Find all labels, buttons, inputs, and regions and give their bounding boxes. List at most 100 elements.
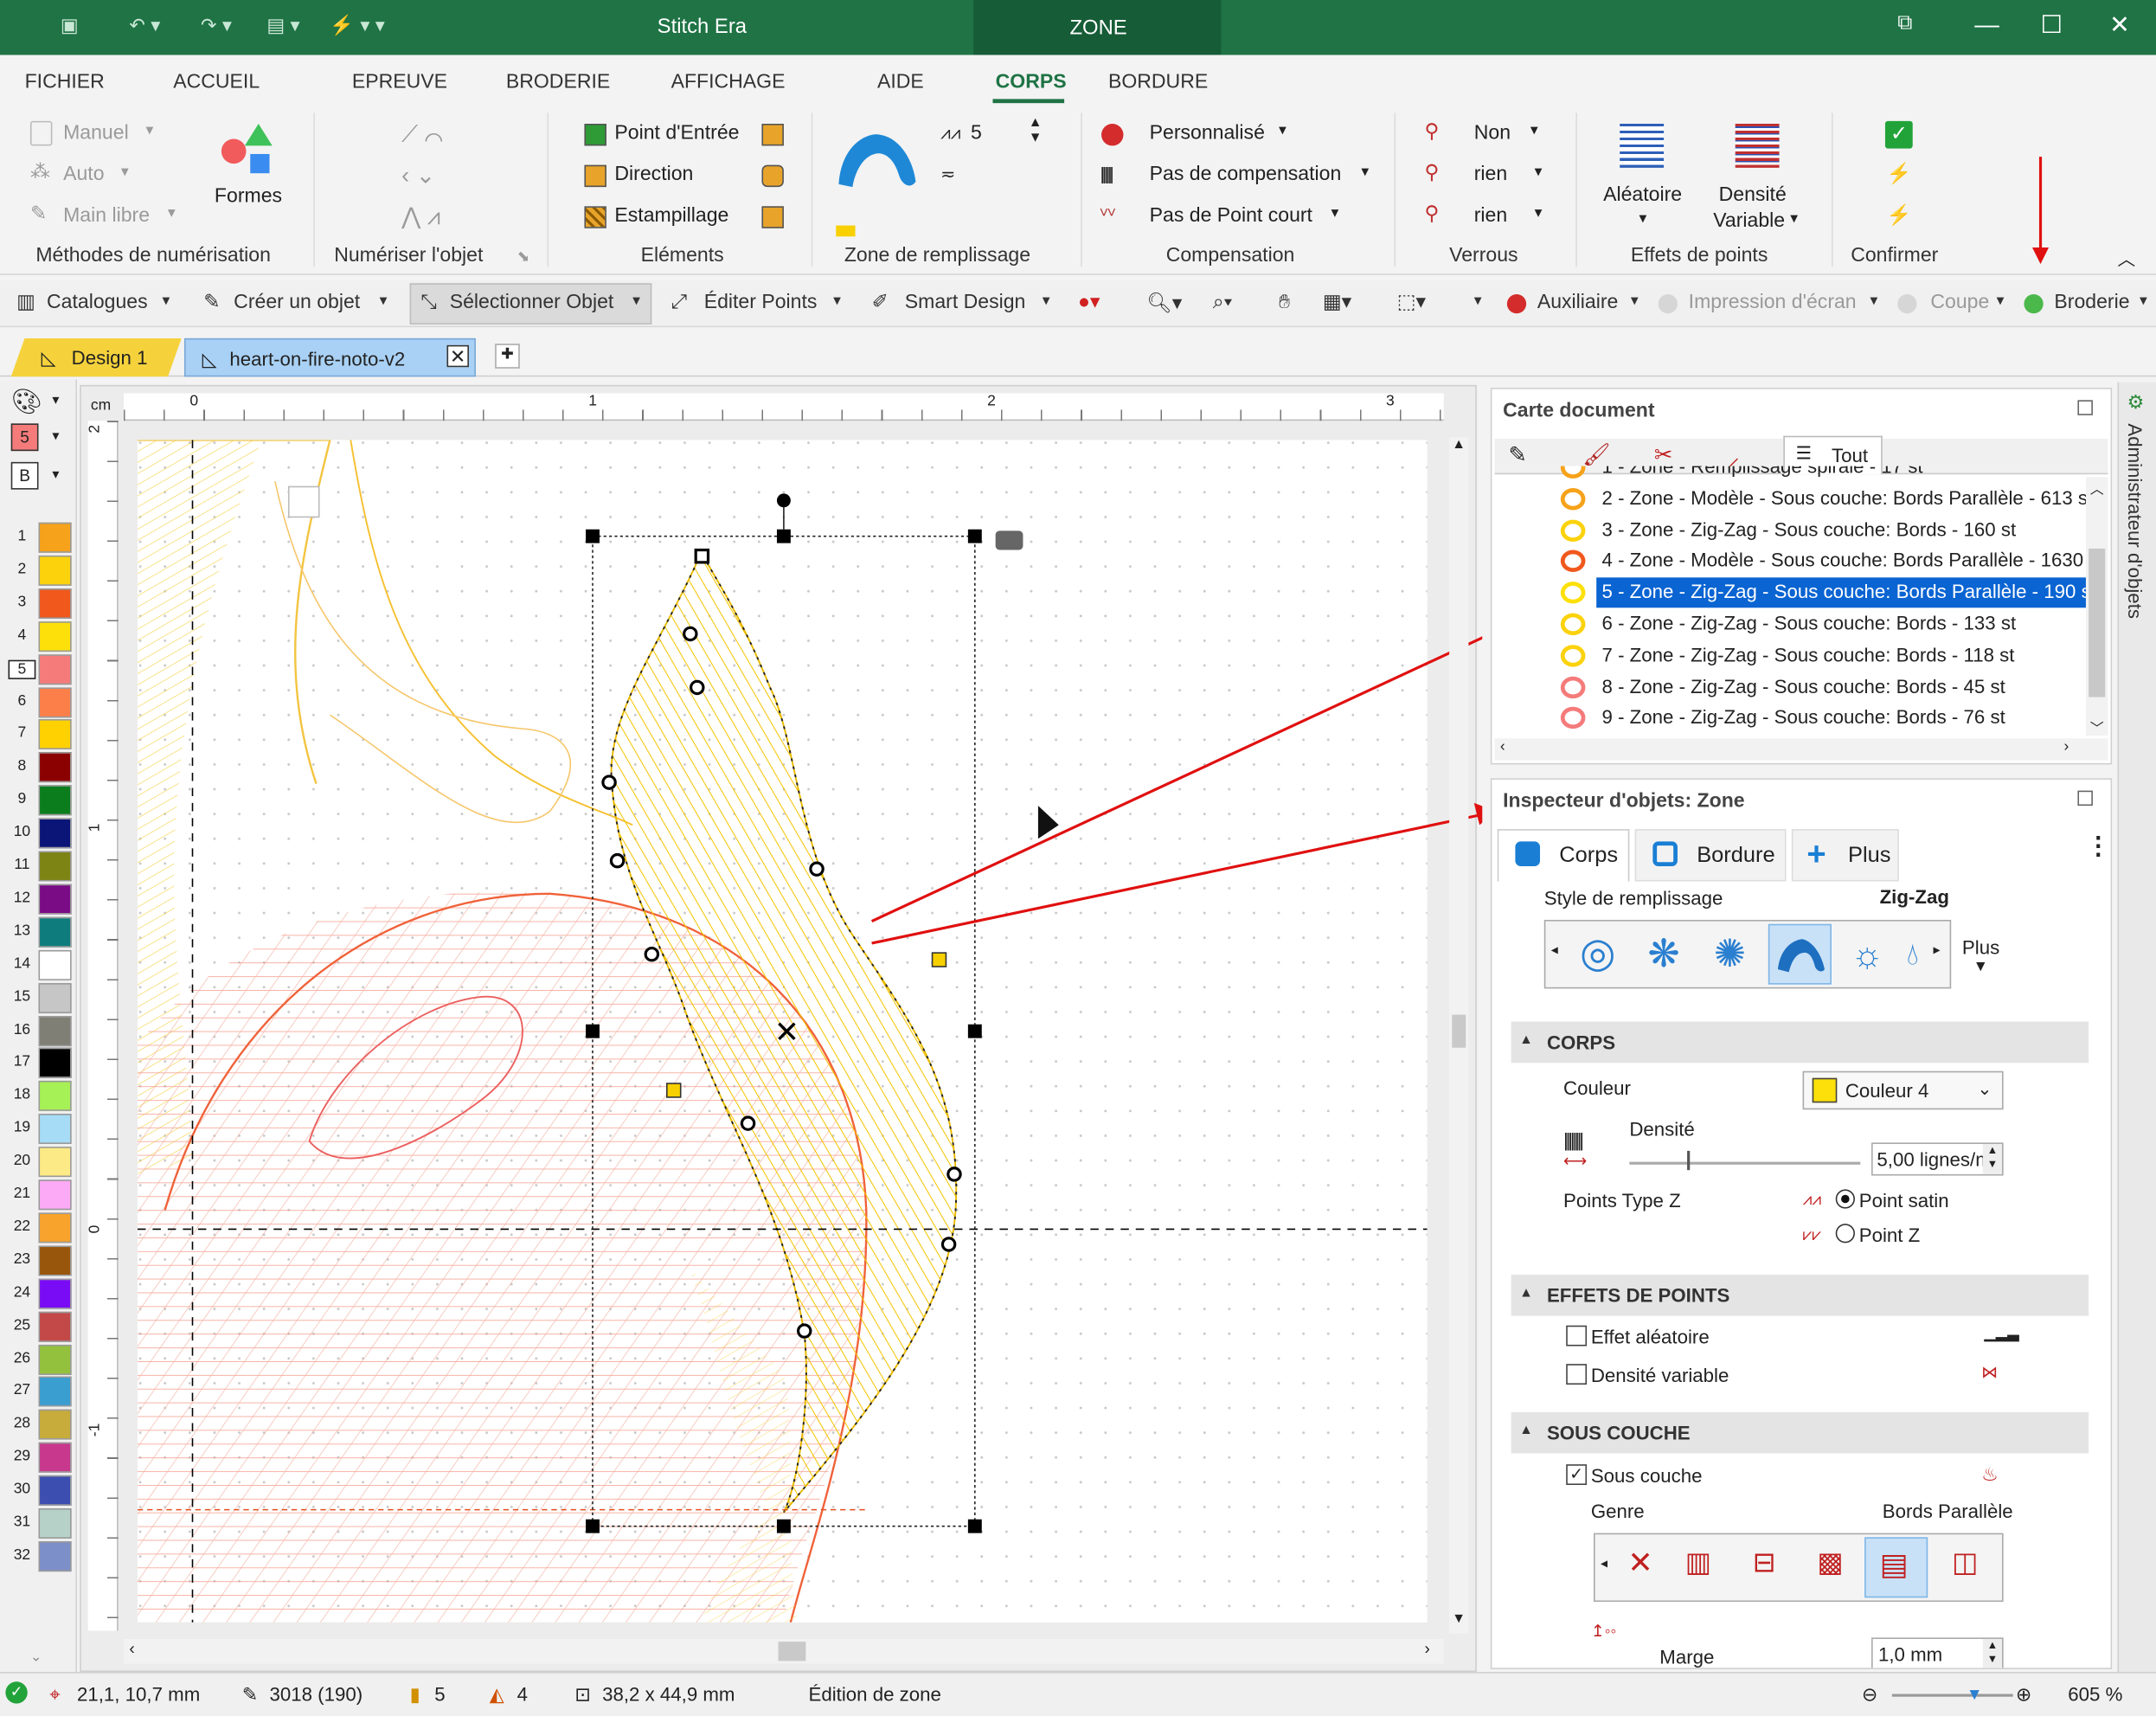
parallel-underlay-selected[interactable]: ▤	[1864, 1537, 1928, 1598]
tab-epreuve[interactable]: EPREUVE	[352, 72, 447, 93]
pas-compensation-button[interactable]: Pas de compensation	[1150, 164, 1342, 185]
sous-couche-checkbox[interactable]: ✓	[1566, 1464, 1588, 1486]
formes-button[interactable]: Formes	[215, 186, 282, 208]
zigzag-fill-icon[interactable]	[833, 129, 921, 192]
tab-bordure[interactable]: BORDURE	[1108, 72, 1208, 93]
pencil-icon[interactable]: ✎	[1508, 441, 1526, 469]
effet-aleatoire-checkbox[interactable]	[1566, 1325, 1588, 1346]
catalogues-button[interactable]: Catalogues	[47, 292, 148, 313]
background-color-indicator[interactable]: B	[10, 461, 39, 490]
color-swatch[interactable]	[38, 1179, 72, 1211]
verrou-rien2-dropdown[interactable]: rien	[1474, 205, 1507, 227]
pas-point-court-button[interactable]: Pas de Point court	[1150, 205, 1312, 227]
scroll-up-icon[interactable]: ︿	[2090, 477, 2104, 498]
list-item[interactable]: 7 - Zone - Zig-Zag - Sous couche: Bords …	[1596, 640, 2020, 671]
list-item[interactable]: 6 - Zone - Zig-Zag - Sous couche: Bords …	[1596, 609, 2021, 639]
tab-heart-on-fire[interactable]: ◺ heart-on-fire-noto-v2 ✕	[183, 337, 476, 377]
list-item[interactable]: 5 - Zone - Zig-Zag - Sous couche: Bords …	[1596, 577, 2086, 608]
color-swatch[interactable]	[38, 1278, 72, 1309]
tab-fichier[interactable]: FICHIER	[25, 72, 105, 93]
brush-icon[interactable]: 🖌︎	[1582, 441, 1610, 469]
line-tool-icon[interactable]: ⟋ ⌒	[401, 121, 443, 149]
pointz-radio[interactable]	[1835, 1224, 1855, 1244]
exit-point-icon[interactable]	[761, 124, 784, 146]
densite-input[interactable]: 5,00 lignes/mm ▲ ▼	[1871, 1142, 2004, 1176]
grid-underlay-icon[interactable]: ▩	[1804, 1546, 1856, 1592]
scroll-thumb[interactable]	[778, 1642, 806, 1661]
density-slider-thumb[interactable]	[1687, 1150, 1691, 1171]
couleur-dropdown[interactable]: Couleur 4 ⌄	[1802, 1070, 2004, 1110]
canvas-vertical-scrollbar[interactable]: ▲ ▼	[1449, 437, 1469, 1634]
select-area-icon[interactable]: ⬚▾	[1397, 292, 1426, 313]
list-scrollbar[interactable]: ︿ ﹀	[2085, 477, 2108, 737]
color-swatch[interactable]	[38, 752, 72, 783]
verrou-non-dropdown[interactable]: Non	[1474, 122, 1511, 144]
zoom-icon[interactable]: 🔍︎▾	[1146, 292, 1182, 314]
radial-style-icon[interactable]: ☼	[1839, 929, 1895, 981]
scroll-thumb[interactable]	[1452, 1014, 1466, 1048]
color-swatch[interactable]	[38, 916, 72, 948]
color-swatch[interactable]	[38, 1081, 72, 1112]
scroll-thumb[interactable]	[2089, 548, 2106, 697]
more-options-icon[interactable]: ⋮	[2086, 832, 2111, 860]
mask-icon[interactable]	[761, 164, 784, 188]
minimize-icon[interactable]: —	[1974, 11, 1999, 40]
color-swatch[interactable]	[38, 884, 72, 915]
aleatoire-button[interactable]: Aléatoire	[1603, 184, 1682, 206]
main-libre-button[interactable]: Main libre	[63, 205, 150, 227]
maximize-panel-icon[interactable]	[2077, 400, 2093, 415]
section-header-corps[interactable]: ▲ CORPS	[1511, 1021, 2089, 1064]
maximize-panel-icon[interactable]	[2077, 790, 2093, 807]
zoom-in-icon[interactable]: ⊕	[2016, 1683, 2032, 1706]
collapse-ribbon-icon[interactable]: ︿	[2118, 245, 2136, 271]
qat-dropdown-icon[interactable]: ▾ ▾	[360, 14, 385, 37]
split-underlay-icon[interactable]: ⊟	[1738, 1546, 1790, 1592]
auxiliaire-toggle[interactable]: Auxiliaire	[1537, 292, 1619, 313]
list-item[interactable]: 4 - Zone - Modèle - Sous couche: Bords P…	[1596, 546, 2086, 576]
tab-accueil[interactable]: ACCUEIL	[173, 72, 260, 93]
color-swatch[interactable]	[38, 522, 72, 553]
scroll-down-icon[interactable]: ﹀	[2090, 717, 2104, 736]
save-icon[interactable]: ▣	[61, 14, 79, 37]
color-swatch[interactable]	[38, 653, 72, 684]
scroll-down-icon[interactable]: ⌄	[30, 1650, 42, 1665]
point-entree-button[interactable]: Point d'Entrée	[614, 122, 739, 144]
object-admin-icon[interactable]: ⚙	[2127, 390, 2145, 414]
estampillage-button[interactable]: Estampillage	[614, 205, 728, 227]
current-color-indicator[interactable]: 5	[10, 423, 39, 452]
section-header-sous-couche[interactable]: ▲ SOUS COUCHE	[1511, 1411, 2089, 1454]
scroll-left-icon[interactable]: ‹	[129, 1639, 134, 1658]
color-swatch[interactable]	[38, 1114, 72, 1145]
color-swatch[interactable]	[38, 1443, 72, 1474]
plus-dropdown[interactable]: Plus	[1962, 936, 1999, 958]
list-item[interactable]: 3 - Zone - Zig-Zag - Sous couche: Bords …	[1596, 515, 2021, 545]
color-swatch[interactable]	[38, 620, 72, 652]
satin-radio[interactable]	[1835, 1189, 1855, 1209]
scroll-right-icon[interactable]: ›	[2064, 738, 2069, 755]
color-swatch[interactable]	[38, 1475, 72, 1506]
color-swatch[interactable]	[38, 588, 72, 619]
contour-underlay-icon[interactable]: ◫	[1939, 1546, 1991, 1592]
motif-style-icon[interactable]: ❋	[1636, 929, 1691, 981]
clipboard-icon[interactable]: ▤ ▾	[266, 14, 299, 37]
list-item[interactable]: 9 - Zone - Zig-Zag - Sous couche: Bords …	[1596, 704, 2011, 734]
close-icon[interactable]: ✕	[2109, 11, 2130, 40]
list-item[interactable]: 1 - Zone - Remplissage spirale - 17 st	[1596, 466, 1928, 483]
manuel-button[interactable]: Manuel	[63, 122, 129, 144]
confirm-check-icon[interactable]: ✓	[1884, 120, 1913, 149]
lines-underlay-icon[interactable]: ▥	[1672, 1546, 1724, 1592]
frame-icon[interactable]	[761, 206, 784, 228]
color-swatch[interactable]	[38, 1508, 72, 1539]
color-swatch[interactable]	[38, 1344, 72, 1375]
lightning-icon[interactable]: ⚡	[330, 14, 354, 37]
editer-points-button[interactable]: Éditer Points	[704, 292, 818, 313]
maximize-icon[interactable]: ☐	[2041, 11, 2063, 40]
densite-button[interactable]: Densité	[1719, 184, 1787, 206]
settings-lines-icon[interactable]: ≂	[940, 164, 955, 185]
grid-icon[interactable]: ▦▾	[1323, 292, 1351, 313]
spinner-icon[interactable]: ▲ ▼	[1029, 115, 1043, 145]
spinner-icon[interactable]: ▲ ▼	[1982, 1638, 2003, 1668]
density-slider-track[interactable]	[1629, 1161, 1861, 1165]
color-swatch[interactable]	[38, 851, 72, 882]
pin-icon[interactable]: ●▾	[1078, 292, 1100, 313]
